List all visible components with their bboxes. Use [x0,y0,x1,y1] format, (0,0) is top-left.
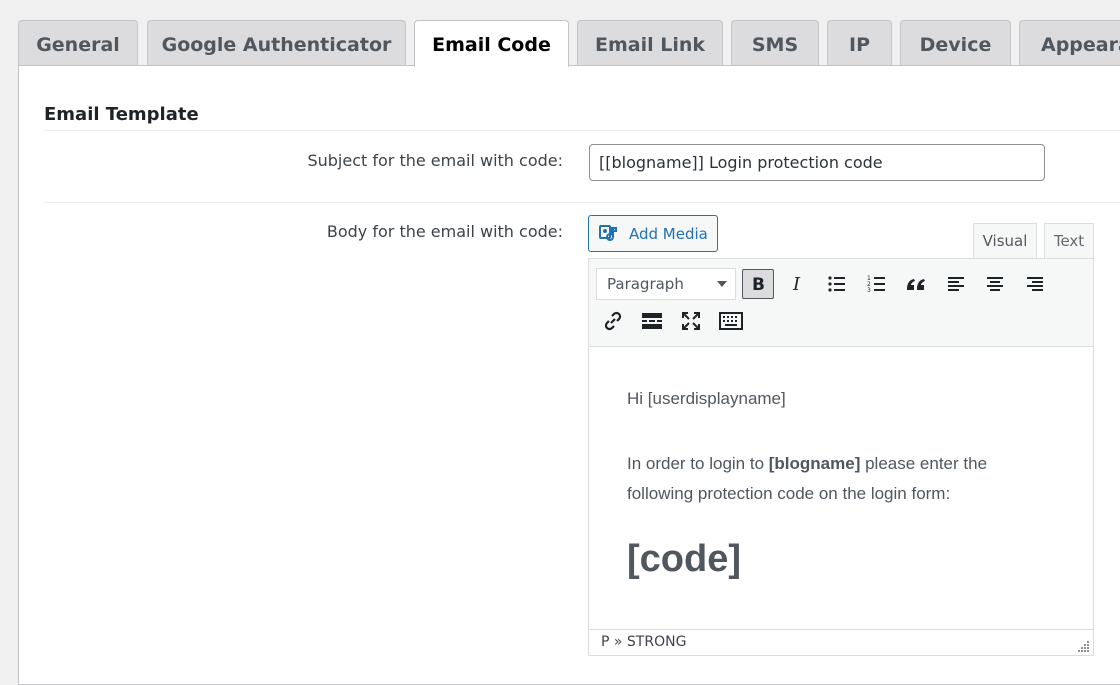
align-center-icon [987,277,1003,291]
read-more-icon [642,313,662,329]
link-button[interactable] [597,306,629,336]
fullscreen-icon [682,312,700,330]
toolbar-toggle-button[interactable] [715,306,747,336]
editor-toolbar: Paragraph B I 1 2 3 [589,259,1093,347]
blockquote-button[interactable] [900,269,932,299]
settings-tabs: General Google Authenticator Email Code … [18,20,1120,67]
add-media-button[interactable]: Add Media [588,215,718,252]
subject-input[interactable] [589,144,1045,181]
greeting-text: Hi [userdisplayname] [627,389,786,408]
tab-google-authenticator[interactable]: Google Authenticator [147,20,406,66]
format-select[interactable]: Paragraph [596,268,736,300]
format-select-value: Paragraph [607,275,684,293]
code-heading: [code] [627,538,741,580]
align-right-button[interactable] [1019,269,1051,299]
tab-ip[interactable]: IP [827,20,892,66]
divider [44,202,1120,203]
body-editor: Paragraph B I 1 2 3 Hi [userdisplayname]… [588,258,1094,656]
svg-text:I: I [792,274,801,294]
bullet-list-button[interactable] [821,269,853,299]
svg-text:B: B [752,275,765,294]
element-path: P » STRONG [601,634,687,650]
svg-text:3: 3 [867,287,871,294]
align-right-icon [1027,277,1043,291]
align-left-icon [948,277,964,291]
editor-statusbar: P » STRONG [589,629,1093,655]
tab-general[interactable]: General [18,20,138,66]
tab-text[interactable]: Text [1044,223,1094,259]
toolbar-toggle-icon [719,312,743,330]
align-center-button[interactable] [979,269,1011,299]
read-more-button[interactable] [636,306,668,336]
tab-appearance[interactable]: Appearance [1019,20,1120,66]
tab-email-link[interactable]: Email Link [577,20,723,66]
link-icon [604,311,622,331]
tab-email-code[interactable]: Email Code [414,20,569,67]
media-icon [599,224,617,241]
bold-icon: B [752,275,765,294]
numbered-list-icon: 1 2 3 [867,275,885,294]
subject-label: Subject for the email with code: [307,151,563,170]
add-media-label: Add Media [629,224,708,243]
divider [44,130,1120,131]
tab-device[interactable]: Device [900,20,1011,66]
italic-button[interactable]: I [782,269,814,299]
blockquote-icon [907,279,925,290]
bullet-list-icon [828,276,845,292]
editor-content[interactable]: Hi [userdisplayname] In order to login t… [627,384,1047,581]
fullscreen-button[interactable] [675,306,707,336]
chevron-down-icon [717,281,727,287]
section-title: Email Template [44,104,199,125]
instruction-text: In order to login to [blogname] please e… [627,454,988,503]
align-left-button[interactable] [940,269,972,299]
resize-handle-icon[interactable] [1078,640,1090,652]
tab-sms[interactable]: SMS [731,20,819,66]
blogname-strong: [blogname] [768,454,861,473]
body-label: Body for the email with code: [326,222,563,241]
numbered-list-button[interactable]: 1 2 3 [861,269,893,299]
tab-visual[interactable]: Visual [973,223,1037,260]
bold-button[interactable]: B [742,269,774,299]
italic-icon: I [792,274,801,294]
